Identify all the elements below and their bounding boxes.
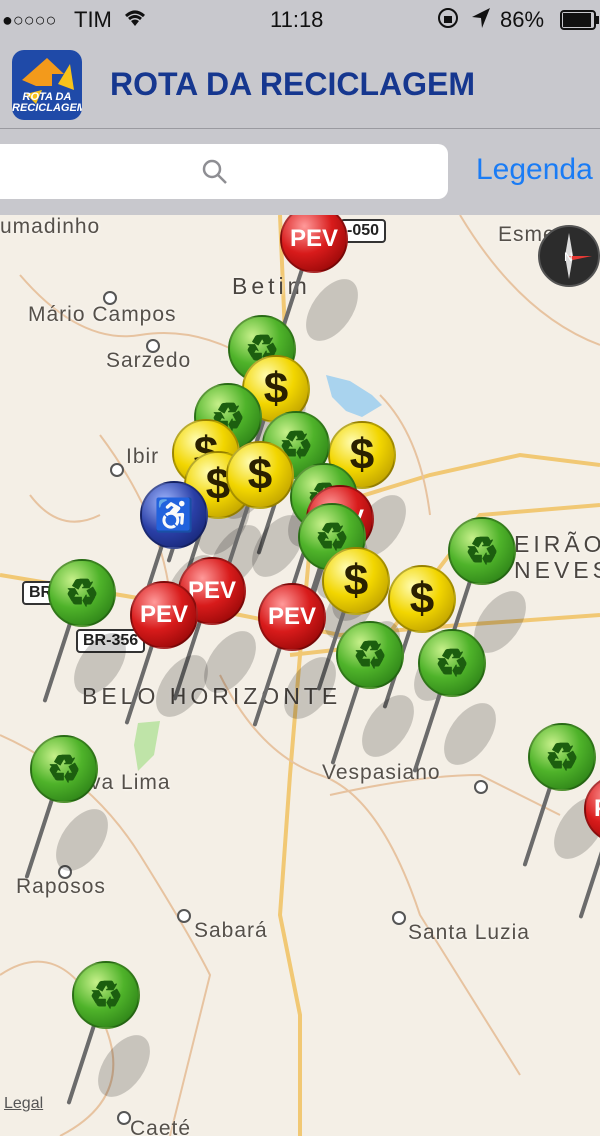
app-logo: ROTA DA RECICLAGEM bbox=[12, 50, 82, 120]
map-pin-red[interactable]: PEV bbox=[124, 581, 219, 741]
search-bar: Legenda bbox=[0, 129, 600, 215]
place-neves: NEVES bbox=[514, 557, 600, 583]
compass-icon[interactable]: N bbox=[538, 225, 600, 287]
logo-text: ROTA DA RECICLAGEM bbox=[12, 91, 82, 114]
nav-bar: ROTA DA RECICLAGEM ROTA DA RECICLAGEM bbox=[0, 40, 600, 129]
green-pin-icon: ♻ bbox=[30, 735, 98, 803]
green-pin-icon: ♻ bbox=[448, 517, 516, 585]
yellow-pin-icon: $ bbox=[226, 441, 294, 509]
clock: 11:18 bbox=[270, 7, 324, 32]
place-nova-lima: va Lima bbox=[90, 771, 171, 794]
map-view[interactable]: umadinho Betim Mário Campos Sarzedo Ibir… bbox=[0, 215, 600, 1136]
place-santa-luzia: Santa Luzia bbox=[408, 921, 530, 944]
map-pin-green[interactable]: ♻ bbox=[42, 559, 137, 719]
svg-text:N: N bbox=[564, 250, 573, 264]
green-pin-icon: ♻ bbox=[336, 621, 404, 689]
place-sabara: Sabará bbox=[194, 919, 268, 942]
green-pin-icon: ♻ bbox=[418, 629, 486, 697]
battery-icon bbox=[560, 10, 600, 36]
place-dot bbox=[177, 909, 191, 923]
place-dot bbox=[110, 463, 124, 477]
battery-percent: 86% bbox=[500, 7, 545, 32]
map-pin-red[interactable]: PEV bbox=[252, 583, 347, 743]
blue-pin-icon: ♿ bbox=[140, 481, 208, 549]
yellow-pin-icon: $ bbox=[322, 547, 390, 615]
legal-link[interactable]: Legal bbox=[4, 1095, 43, 1113]
pev-label: PEV bbox=[280, 215, 348, 273]
app-title: ROTA DA RECICLAGEM bbox=[110, 66, 476, 102]
place-ibirite: Ibir bbox=[126, 445, 160, 468]
map-pin-green[interactable]: ♻ bbox=[24, 735, 119, 895]
search-icon bbox=[202, 159, 227, 184]
pev-label: PEV bbox=[258, 583, 326, 651]
pev-label: PEV bbox=[584, 775, 600, 843]
legend-button[interactable]: Legenda bbox=[476, 153, 593, 187]
location-arrow-icon bbox=[470, 6, 492, 36]
map-pin-green[interactable]: ♻ bbox=[330, 621, 425, 781]
signal-strength: ●○○○○ bbox=[2, 10, 57, 30]
wifi-icon bbox=[122, 6, 148, 34]
map-pin-red[interactable]: PEV bbox=[578, 775, 600, 935]
place-sarzedo: Sarzedo bbox=[106, 349, 192, 372]
map-pin-green[interactable]: ♻ bbox=[412, 629, 507, 789]
place-ribeirao: EIRÃO bbox=[514, 531, 600, 557]
status-bar: ●○○○○ TIM 11:18 86% bbox=[0, 0, 600, 40]
green-pin-icon: ♻ bbox=[48, 559, 116, 627]
carrier-name: TIM bbox=[74, 7, 112, 32]
place-mario-campos: Mário Campos bbox=[28, 303, 177, 326]
rotation-lock-icon bbox=[436, 6, 460, 36]
place-dot bbox=[392, 911, 406, 925]
green-pin-icon: ♻ bbox=[72, 961, 140, 1029]
map-pin-green[interactable]: ♻ bbox=[66, 961, 161, 1121]
search-input[interactable] bbox=[0, 144, 448, 199]
place-brumadinho: umadinho bbox=[0, 215, 101, 238]
pev-label: PEV bbox=[130, 581, 198, 649]
